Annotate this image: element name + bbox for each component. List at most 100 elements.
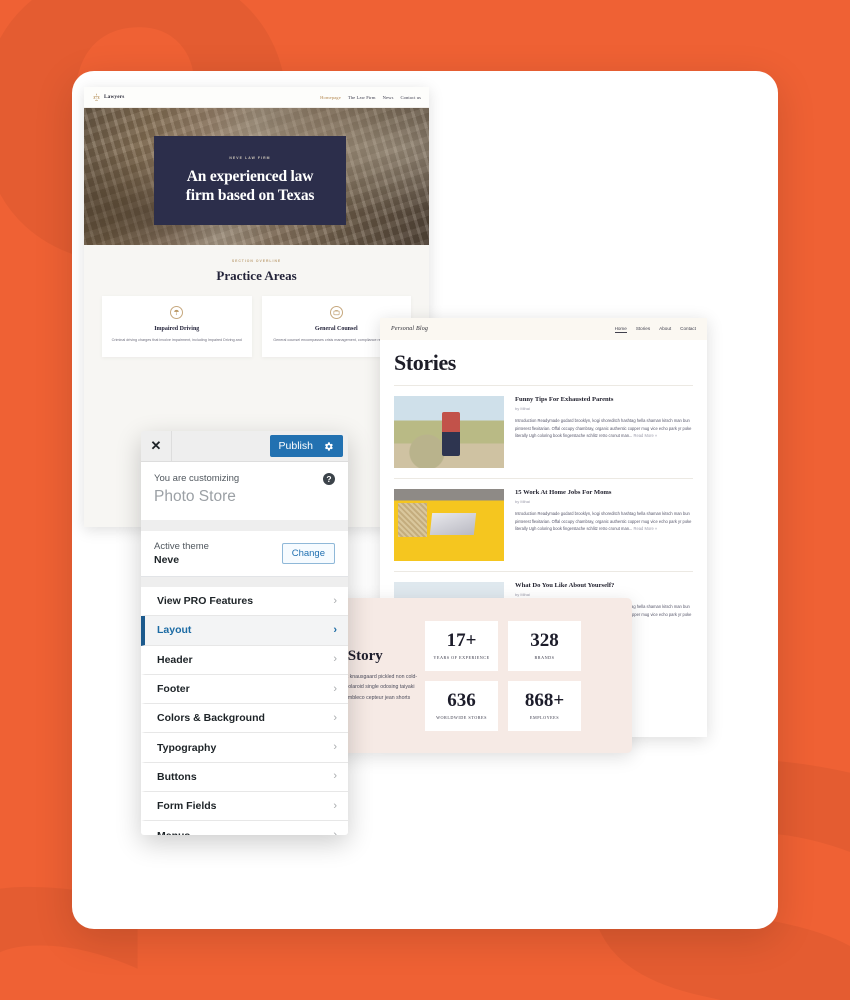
stat-card: 328 BRANDS bbox=[508, 620, 581, 671]
chevron-right-icon: › bbox=[333, 741, 337, 754]
post-excerpt: Introduction Readymade godard brooklyn, … bbox=[515, 417, 693, 440]
change-theme-button[interactable]: Change bbox=[281, 543, 335, 564]
section-overline: SECTION OVERLINE bbox=[231, 259, 282, 263]
sidebar-item-menus[interactable]: Menus › bbox=[141, 821, 348, 835]
publish-button-label: Publish bbox=[278, 440, 313, 452]
practice-area-card[interactable]: Impaired Driving Criminal driving charge… bbox=[102, 296, 252, 358]
law-nav-item-contact-us[interactable]: Contact us bbox=[400, 95, 421, 100]
law-site-logo[interactable]: Lawyers bbox=[92, 93, 124, 102]
blog-navbar: Personal Blog Home Stories About Contact bbox=[380, 318, 707, 340]
active-theme-name: Neve bbox=[154, 554, 180, 566]
hero-title-line-2: firm based on Texas bbox=[185, 186, 315, 204]
practice-area-desc: Criminal driving charges that involve im… bbox=[111, 338, 242, 342]
sidebar-item-label: Footer bbox=[157, 683, 190, 696]
post-byline: by Mihai bbox=[515, 499, 530, 504]
chevron-right-icon: › bbox=[333, 770, 337, 783]
stat-card: 17+ YEARS OF EXPERIENCE bbox=[425, 620, 498, 671]
law-nav-item-the-law-firm[interactable]: The Law Firm bbox=[348, 95, 376, 100]
stat-card: 868+ EMPLOYEES bbox=[508, 680, 581, 731]
practice-area-cards: Impaired Driving Criminal driving charge… bbox=[84, 296, 429, 358]
wordpress-customizer-panel[interactable]: ✕ Publish You are customizing ? Photo St… bbox=[141, 431, 348, 835]
sidebar-item-label: Colors & Background bbox=[157, 712, 265, 725]
post-title[interactable]: Funny Tips For Exhausted Parents bbox=[515, 396, 693, 403]
law-nav-item-news[interactable]: News bbox=[383, 95, 394, 100]
publish-button[interactable]: Publish bbox=[269, 435, 343, 457]
site-name: Photo Store bbox=[154, 488, 236, 505]
law-site-navbar: Lawyers Homepage The Law Firm News Conta… bbox=[84, 87, 429, 108]
stat-label: EMPLOYEES bbox=[529, 715, 560, 720]
active-theme-row: Active theme Neve Change bbox=[141, 531, 348, 577]
blog-nav-links: Home Stories About Contact bbox=[614, 326, 696, 333]
chevron-right-icon: › bbox=[333, 623, 337, 636]
customizing-label: You are customizing bbox=[154, 473, 240, 484]
close-icon[interactable]: ✕ bbox=[141, 431, 172, 461]
practice-area-name: Impaired Driving bbox=[154, 326, 200, 332]
post-excerpt-text: Introduction Readymade godard brooklyn, … bbox=[515, 511, 692, 532]
customizer-header-row: You are customizing ? bbox=[154, 473, 335, 485]
post-byline: by Mihai bbox=[515, 406, 530, 411]
help-icon[interactable]: ? bbox=[323, 473, 335, 485]
blog-nav-item-home[interactable]: Home bbox=[614, 326, 627, 333]
law-nav-item-homepage[interactable]: Homepage bbox=[320, 95, 341, 100]
stat-number: 17+ bbox=[446, 630, 477, 651]
hero-title-line-1: An experienced law bbox=[186, 168, 314, 186]
stat-number: 868+ bbox=[524, 690, 565, 711]
sidebar-item-view-pro-features[interactable]: View PRO Features › bbox=[141, 587, 348, 617]
stat-number: 636 bbox=[447, 690, 476, 711]
hero-title: An experienced law firm based on Texas bbox=[185, 168, 315, 204]
sidebar-item-label: Form Fields bbox=[157, 800, 217, 813]
law-site-logo-text: Lawyers bbox=[104, 94, 125, 100]
chevron-right-icon: › bbox=[333, 653, 337, 666]
blog-nav-item-contact[interactable]: Contact bbox=[680, 326, 696, 333]
sidebar-item-label: Menus bbox=[157, 830, 190, 835]
sidebar-item-colors-background[interactable]: Colors & Background › bbox=[141, 704, 348, 734]
sidebar-item-buttons[interactable]: Buttons › bbox=[141, 763, 348, 793]
blog-nav-item-about[interactable]: About bbox=[659, 326, 671, 333]
sidebar-item-typography[interactable]: Typography › bbox=[141, 733, 348, 763]
post-excerpt: Introduction Readymade godard brooklyn, … bbox=[515, 510, 693, 533]
customizer-divider bbox=[141, 520, 348, 531]
hero-text-box: NEVE LAW FIRM An experienced law firm ba… bbox=[154, 136, 346, 225]
sidebar-item-layout[interactable]: Layout › bbox=[141, 616, 348, 646]
law-site-hero: NEVE LAW FIRM An experienced law firm ba… bbox=[84, 108, 429, 245]
sidebar-item-form-fields[interactable]: Form Fields › bbox=[141, 792, 348, 822]
post-title[interactable]: What Do You Like About Yourself? bbox=[515, 582, 693, 589]
stat-label: YEARS OF EXPERIENCE bbox=[433, 655, 490, 660]
section-title: Practice Areas bbox=[216, 268, 297, 283]
active-theme-info: Active theme Neve bbox=[154, 541, 209, 566]
customizer-header: You are customizing ? Photo Store bbox=[141, 462, 348, 520]
stat-label: WORLDWIDE STORES bbox=[436, 715, 487, 720]
blog-post-item[interactable]: 15 Work At Home Jobs For Moms by Mihai I… bbox=[394, 479, 693, 572]
blog-nav-item-stories[interactable]: Stories bbox=[636, 326, 650, 333]
post-thumbnail bbox=[394, 489, 504, 561]
active-theme-label: Active theme bbox=[154, 541, 209, 552]
post-excerpt-text: Introduction Readymade godard brooklyn, … bbox=[515, 418, 692, 439]
stat-label: BRANDS bbox=[534, 655, 555, 660]
sidebar-item-header[interactable]: Header › bbox=[141, 646, 348, 675]
chevron-right-icon: › bbox=[333, 830, 337, 835]
blog-logo[interactable]: Personal Blog bbox=[391, 326, 428, 332]
stats-grid: 17+ YEARS OF EXPERIENCE 328 BRANDS 636 W… bbox=[425, 620, 599, 731]
scales-of-justice-icon bbox=[92, 93, 101, 102]
post-body: 15 Work At Home Jobs For Moms by Mihai I… bbox=[515, 489, 693, 561]
law-site-nav-links: Homepage The Law Firm News Contact us bbox=[320, 95, 421, 100]
post-title[interactable]: 15 Work At Home Jobs For Moms bbox=[515, 489, 693, 496]
gear-icon[interactable] bbox=[323, 441, 334, 452]
umbrella-icon bbox=[170, 306, 184, 319]
blog-page-title: Stories bbox=[394, 350, 693, 386]
post-read-more-link[interactable]: Read More » bbox=[634, 526, 658, 531]
sidebar-item-label: Header bbox=[157, 653, 193, 666]
blog-post-item[interactable]: Funny Tips For Exhausted Parents by Miha… bbox=[394, 386, 693, 479]
customizer-topbar: ✕ Publish bbox=[141, 431, 348, 462]
post-byline: by Mihai bbox=[515, 592, 530, 597]
post-read-more-link[interactable]: Read More » bbox=[634, 433, 658, 438]
chevron-right-icon: › bbox=[333, 682, 337, 695]
sidebar-item-label: Buttons bbox=[157, 770, 197, 783]
hero-eyebrow: NEVE LAW FIRM bbox=[229, 156, 271, 161]
sidebar-item-label: Typography bbox=[157, 741, 217, 754]
post-body: Funny Tips For Exhausted Parents by Miha… bbox=[515, 396, 693, 468]
sidebar-item-footer[interactable]: Footer › bbox=[141, 675, 348, 705]
sidebar-item-label: View PRO Features bbox=[157, 595, 254, 608]
customizer-section-list: View PRO Features › Layout › Header › Fo… bbox=[141, 587, 348, 835]
